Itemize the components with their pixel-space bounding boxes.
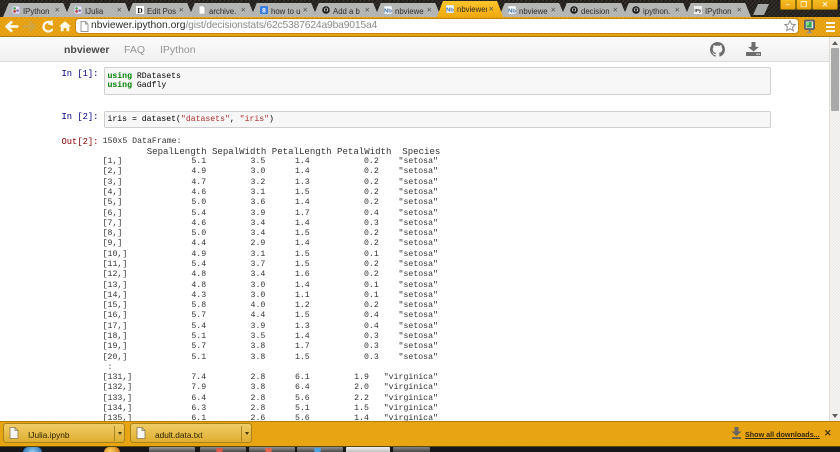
svg-text:Nb: Nb xyxy=(446,7,454,13)
svg-text:D: D xyxy=(137,6,142,14)
svg-text:IPy: IPy xyxy=(695,8,702,13)
svg-text:8: 8 xyxy=(262,8,266,14)
svg-text:Nb: Nb xyxy=(508,8,516,14)
svg-text:Nb: Nb xyxy=(384,8,392,14)
